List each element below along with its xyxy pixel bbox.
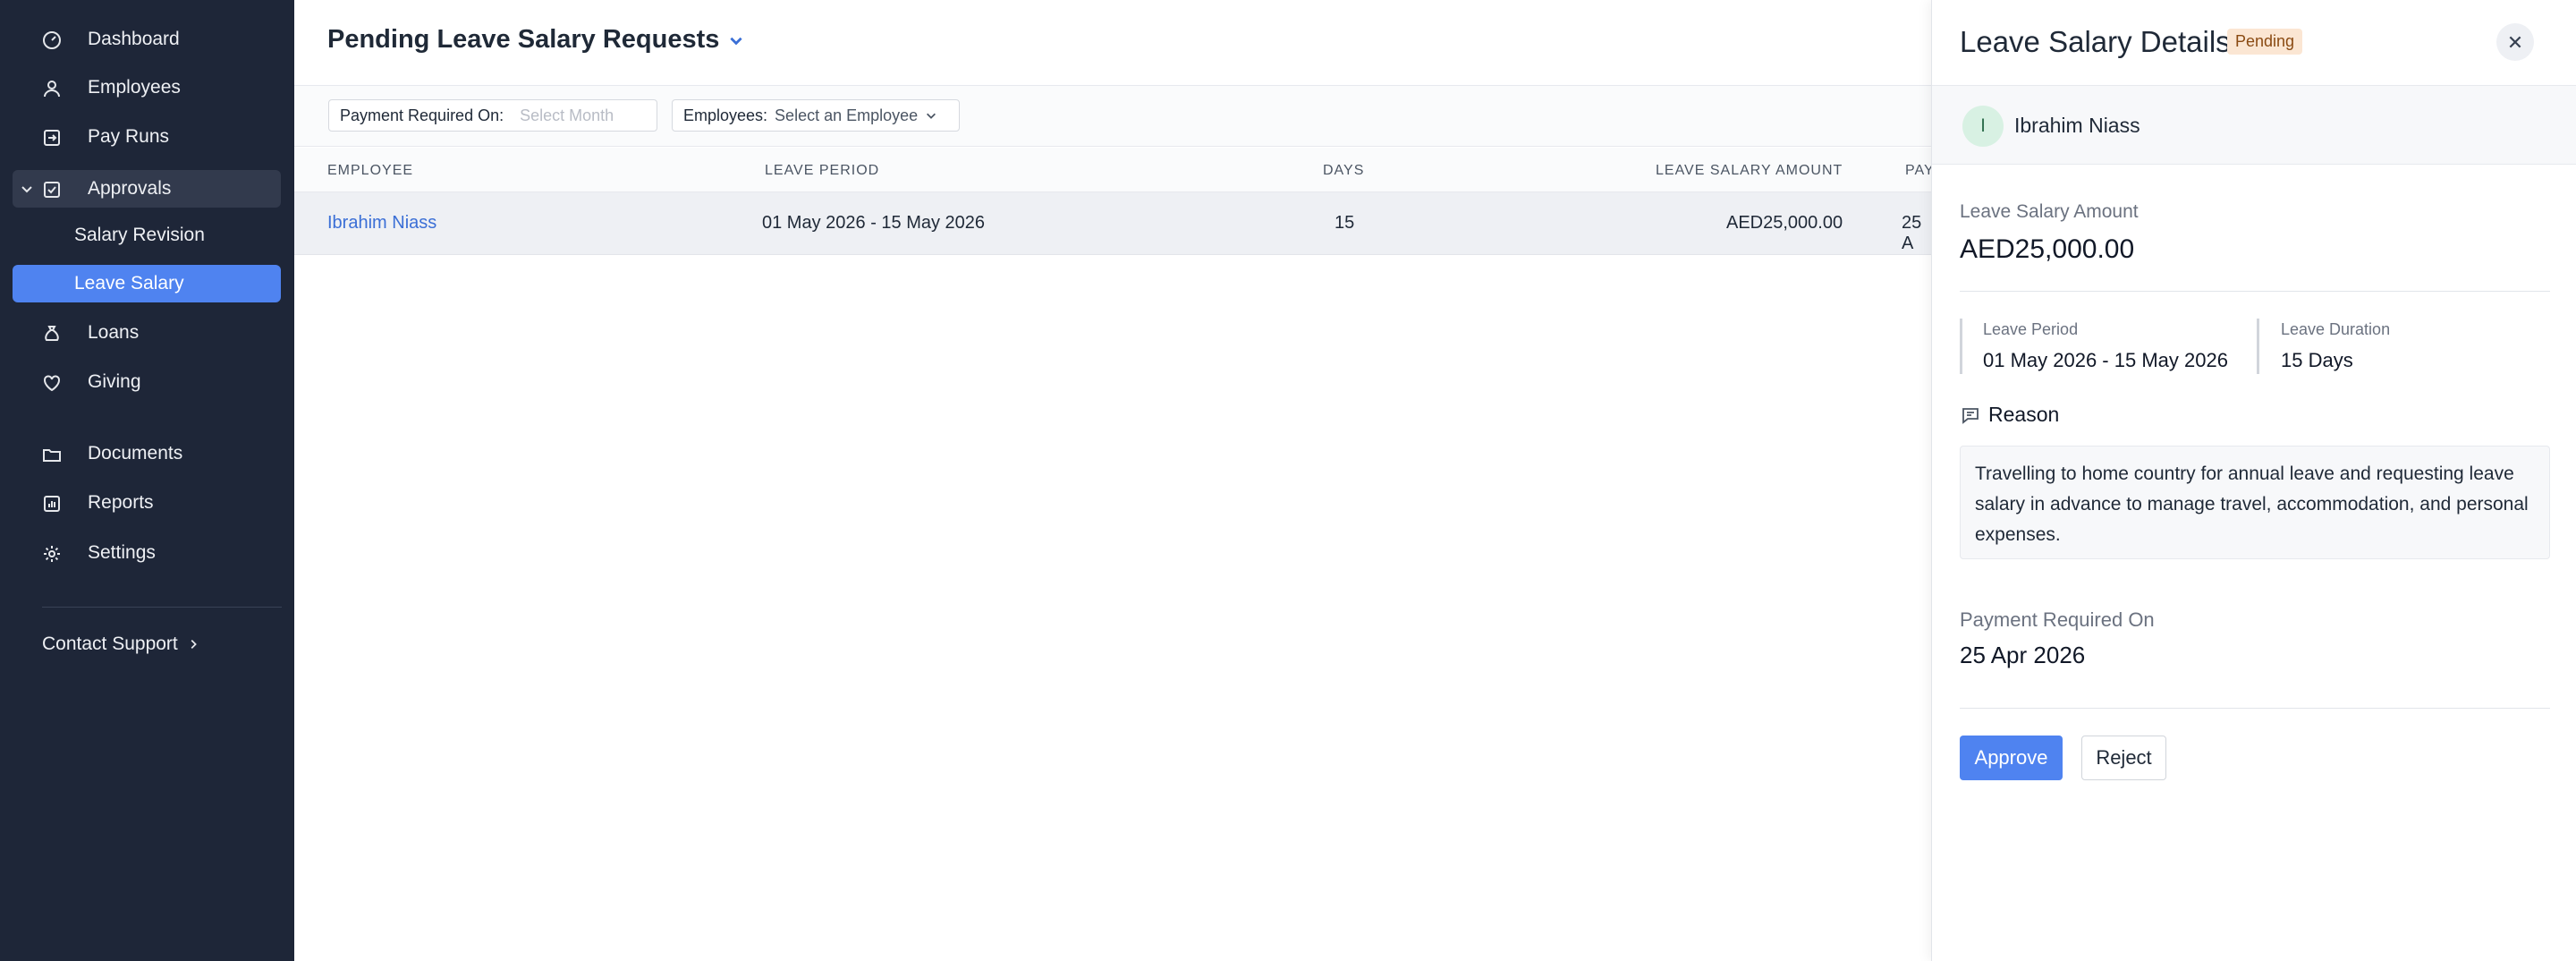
page-title-text: Pending Leave Salary Requests: [327, 25, 720, 54]
reason-text: Travelling to home country for annual le…: [1960, 446, 2550, 559]
pay-runs-icon: [44, 130, 60, 146]
sidebar-item-dashboard[interactable]: Dashboard: [13, 21, 281, 58]
close-icon: [2509, 36, 2521, 48]
reason-label: Reason: [1988, 403, 2060, 426]
sidebar-item-label: Giving: [88, 371, 141, 392]
employee-filter[interactable]: Employees: Select an Employee: [672, 99, 960, 132]
amount-value: AED25,000.00: [1960, 234, 2135, 264]
sidebar-item-label: Documents: [88, 443, 183, 463]
chevron-down-icon: [21, 186, 32, 193]
comment-icon: [1962, 407, 1979, 424]
leave-period-label: Leave Period: [1983, 320, 2079, 338]
payment-required-value: 25 Apr 2026: [1960, 642, 2086, 668]
payment-date-cell: 25 A: [1902, 213, 1922, 253]
filter-label: Payment Required On:: [340, 106, 504, 124]
heart-icon: [44, 375, 60, 392]
sidebar-item-approvals[interactable]: Approvals: [13, 170, 281, 208]
user-icon: [44, 81, 60, 98]
column-header[interactable]: DAYS: [1323, 163, 1364, 179]
contact-support-label: Contact Support: [42, 634, 178, 654]
sidebar-item-label: Reports: [88, 492, 154, 513]
sidebar-item-loans[interactable]: Loans: [13, 314, 281, 352]
folder-icon: [43, 449, 61, 462]
chevron-right-icon: [191, 640, 197, 649]
sidebar-item-giving[interactable]: Giving: [13, 363, 281, 401]
leave-duration-value: 15 Days: [2281, 349, 2353, 371]
sidebar-item-label: Loans: [88, 322, 140, 343]
filter-value: Select an Employee: [775, 106, 919, 124]
sidebar: Dashboard Employees Pay Runs Approvals S…: [0, 0, 294, 961]
column-header[interactable]: LEAVE SALARY AMOUNT: [1656, 163, 1843, 179]
avatar: I: [1962, 106, 2004, 147]
employee-name-link[interactable]: Ibrahim Niass: [327, 213, 436, 234]
sidebar-item-label: Approvals: [88, 178, 172, 199]
bar-chart-icon: [44, 496, 60, 512]
sidebar-item-label: Pay Runs: [88, 126, 170, 147]
dashboard-gauge-icon: [43, 31, 61, 49]
payment-required-label: Payment Required On: [1960, 608, 2155, 631]
filter-placeholder: Select Month: [520, 106, 614, 124]
filter-label: Employees:: [683, 106, 768, 124]
money-bag-icon: [45, 326, 59, 341]
column-header[interactable]: PAY: [1905, 163, 1935, 179]
sidebar-item-employees[interactable]: Employees: [13, 69, 281, 106]
sidebar-item-settings[interactable]: Settings: [13, 534, 281, 572]
column-header[interactable]: LEAVE PERIOD: [765, 163, 879, 179]
amount-label: Leave Salary Amount: [1960, 201, 2139, 222]
table-header: EMPLOYEE LEAVE PERIOD DAYS LEAVE SALARY …: [294, 148, 1934, 192]
contact-support-link[interactable]: Contact Support: [42, 626, 199, 662]
status-badge: Pending: [2227, 29, 2303, 55]
leave-salary-details-panel: Leave Salary Details Pending I Ibrahim N…: [1931, 0, 2576, 961]
sidebar-item-label: Employees: [88, 77, 181, 98]
sidebar-item-label: Salary Revision: [74, 225, 205, 245]
table-row[interactable]: Ibrahim Niass 01 May 2026 - 15 May 2026 …: [294, 192, 1931, 255]
sidebar-item-documents[interactable]: Documents: [13, 435, 281, 472]
leave-period-value: 01 May 2026 - 15 May 2026: [1983, 349, 2228, 371]
sidebar-item-salary-revision[interactable]: Salary Revision: [13, 217, 281, 254]
amount-cell: AED25,000.00: [1726, 213, 1843, 233]
reject-button[interactable]: Reject: [2081, 736, 2166, 780]
sidebar-item-label: Dashboard: [88, 29, 180, 49]
leave-duration-label: Leave Duration: [2281, 320, 2391, 338]
approvals-check-icon: [44, 182, 60, 198]
approve-button[interactable]: Approve: [1960, 736, 2063, 780]
leave-period-cell: 01 May 2026 - 15 May 2026: [762, 213, 986, 233]
chevron-down-icon: [730, 37, 743, 45]
sidebar-item-pay-runs[interactable]: Pay Runs: [13, 118, 281, 156]
chevron-down-icon: [927, 113, 936, 119]
employee-summary: I Ibrahim Niass: [1932, 85, 2576, 165]
reason-heading: Reason: [1960, 403, 2059, 427]
sidebar-item-reports[interactable]: Reports: [13, 484, 281, 522]
panel-title: Leave Salary Details: [1960, 25, 2231, 58]
column-header[interactable]: EMPLOYEE: [327, 163, 413, 179]
filter-bar: Payment Required On: Select Month Employ…: [294, 86, 1931, 147]
employee-name: Ibrahim Niass: [2014, 114, 2140, 137]
sidebar-item-leave-salary[interactable]: Leave Salary: [13, 265, 281, 302]
sidebar-item-label: Leave Salary: [74, 273, 184, 293]
main-content: Pending Leave Salary Requests Payment Re…: [294, 0, 1934, 961]
sidebar-divider: [42, 607, 282, 608]
gear-icon: [44, 546, 60, 562]
close-button[interactable]: [2496, 23, 2534, 61]
payment-month-filter[interactable]: Payment Required On: Select Month: [328, 99, 657, 132]
sidebar-item-label: Settings: [88, 542, 156, 563]
days-cell: 15: [1335, 213, 1355, 233]
page-title[interactable]: Pending Leave Salary Requests: [327, 25, 744, 55]
